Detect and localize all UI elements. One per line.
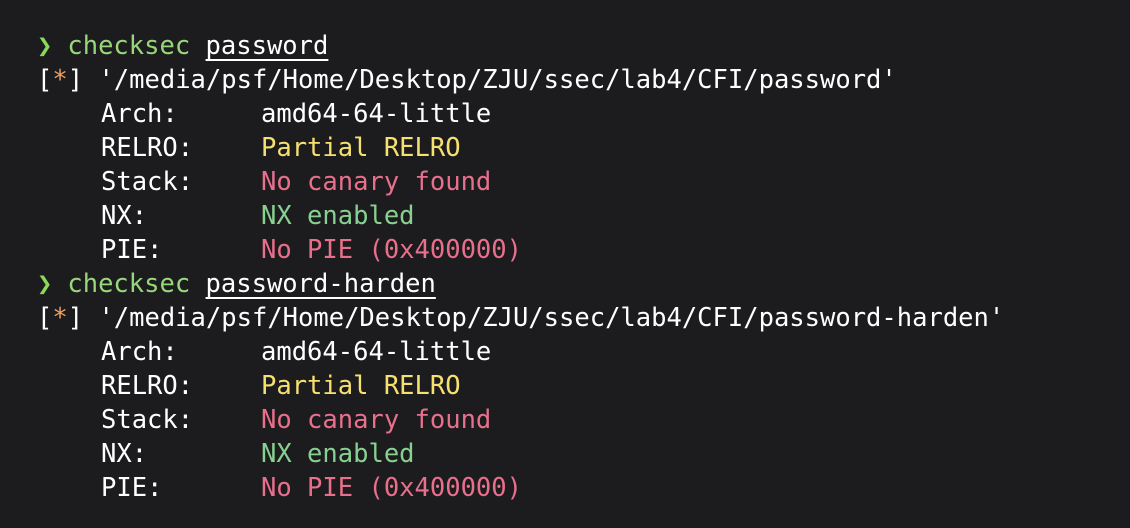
info-line: [*] '/media/psf/Home/Desktop/ZJU/ssec/la… (37, 63, 1130, 97)
nx-value: NX enabled (261, 439, 415, 469)
nx-row: NX: NX enabled (37, 437, 1130, 471)
info-bracket-close: ] (67, 65, 84, 95)
prompt-line: ❯ checksec password-harden (37, 267, 1130, 301)
stack-label: Stack: (101, 167, 194, 197)
pie-label: PIE: (101, 235, 163, 265)
pie-label: PIE: (101, 473, 163, 503)
nx-label: NX: (101, 439, 148, 469)
prompt-arrow-icon: ❯ (37, 31, 53, 61)
relro-row: RELRO: Partial RELRO (37, 369, 1130, 403)
arch-label: Arch: (101, 99, 178, 129)
nx-label: NX: (101, 201, 148, 231)
stack-row: Stack: No canary found (37, 403, 1130, 437)
pie-value: No PIE (0x400000) (261, 235, 522, 265)
nx-row: NX: NX enabled (37, 199, 1130, 233)
stack-value: No canary found (261, 405, 492, 435)
stack-label: Stack: (101, 405, 194, 435)
relro-value: Partial RELRO (261, 133, 461, 163)
info-line: [*] '/media/psf/Home/Desktop/ZJU/ssec/la… (37, 301, 1130, 335)
info-star-icon: * (52, 65, 68, 95)
stack-value: No canary found (261, 167, 492, 197)
info-bracket-open: [ (37, 65, 53, 95)
command-name: checksec (67, 269, 191, 299)
prompt-arrow-icon: ❯ (37, 269, 53, 299)
arch-label: Arch: (101, 337, 178, 367)
info-bracket-open: [ (37, 303, 53, 333)
binary-path: '/media/psf/Home/Desktop/ZJU/ssec/lab4/C… (98, 303, 1005, 333)
arch-row: Arch: amd64-64-little (37, 97, 1130, 131)
relro-value: Partial RELRO (261, 371, 461, 401)
info-star-icon: * (52, 303, 68, 333)
pie-value: No PIE (0x400000) (261, 473, 522, 503)
relro-row: RELRO: Partial RELRO (37, 131, 1130, 165)
prompt-line: ❯ checksec password (37, 29, 1130, 63)
binary-path: '/media/psf/Home/Desktop/ZJU/ssec/lab4/C… (98, 65, 897, 95)
command-argument: password (205, 31, 329, 61)
terminal-window[interactable]: ❯ checksec password [*] '/media/psf/Home/… (0, 0, 1130, 528)
nx-value: NX enabled (261, 201, 415, 231)
command-argument: password-harden (205, 269, 436, 299)
relro-label: RELRO: (101, 371, 194, 401)
arch-value: amd64-64-little (261, 99, 492, 129)
relro-label: RELRO: (101, 133, 194, 163)
pie-row: PIE: No PIE (0x400000) (37, 233, 1130, 267)
info-bracket-close: ] (67, 303, 84, 333)
pie-row: PIE: No PIE (0x400000) (37, 471, 1130, 505)
arch-value: amd64-64-little (261, 337, 492, 367)
arch-row: Arch: amd64-64-little (37, 335, 1130, 369)
stack-row: Stack: No canary found (37, 165, 1130, 199)
command-name: checksec (67, 31, 191, 61)
